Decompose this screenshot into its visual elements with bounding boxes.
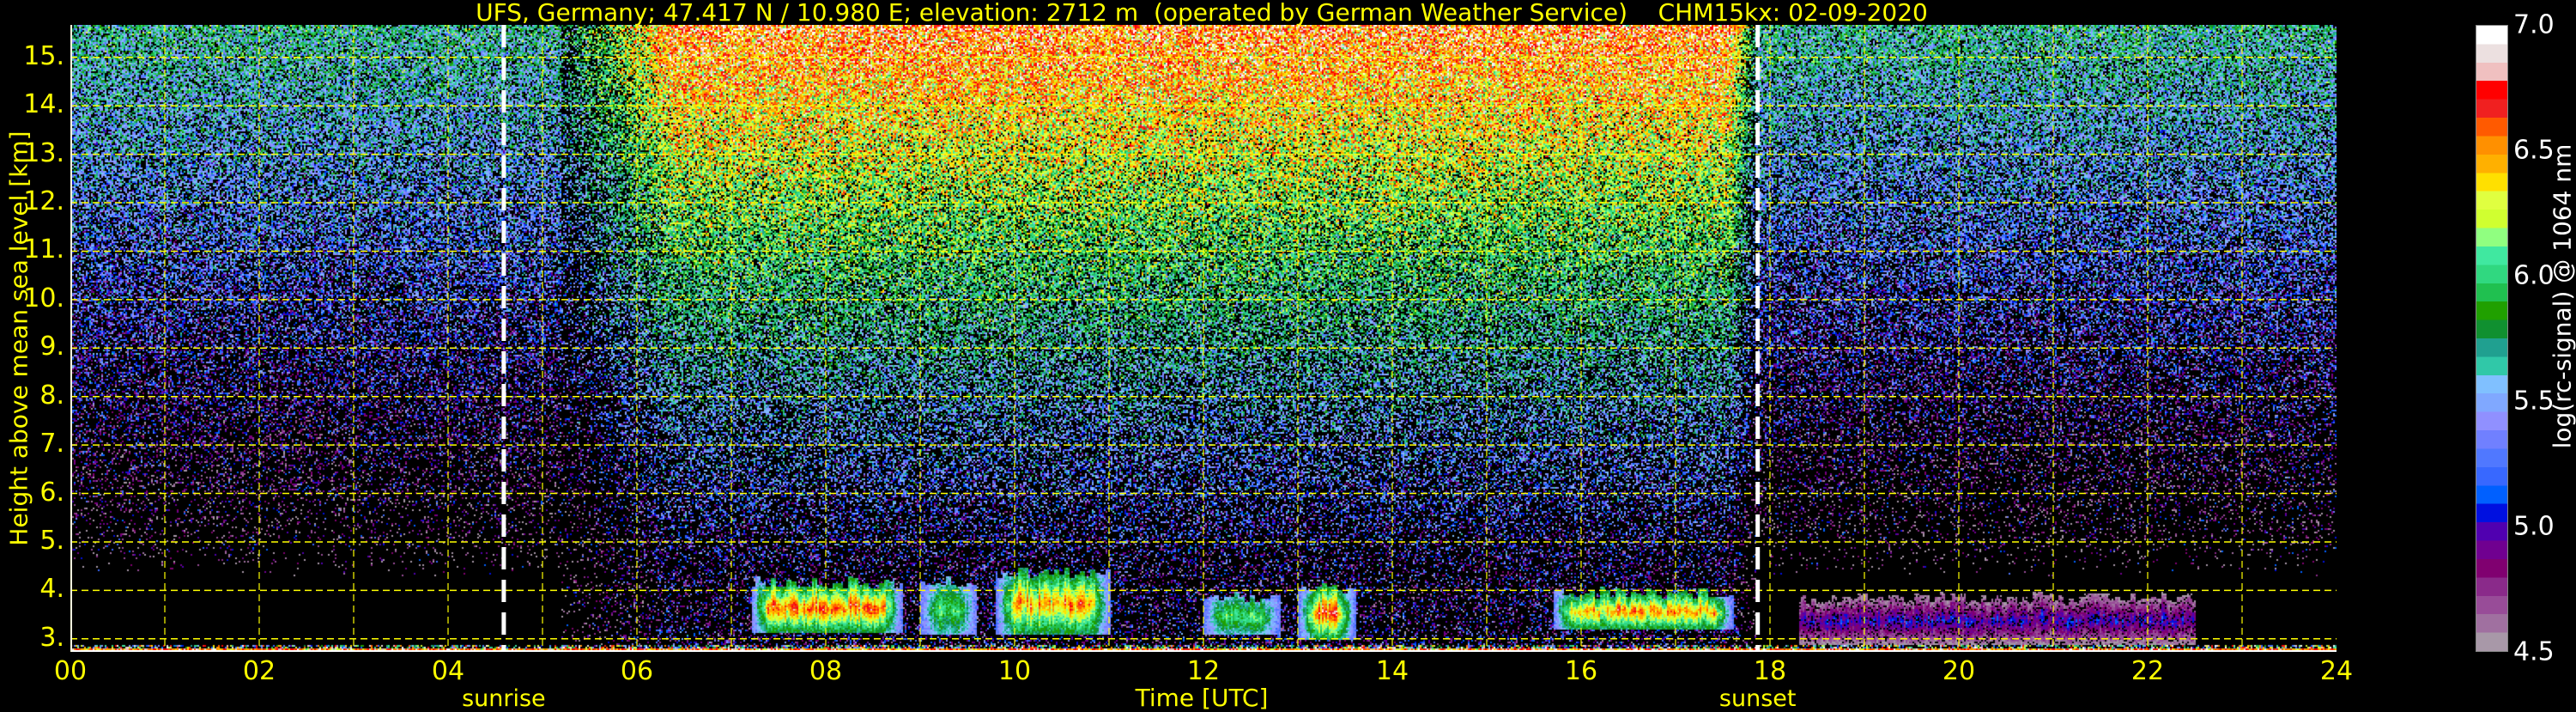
y-tick-label: 8.: [39, 380, 64, 410]
x-tick-label: 14: [1376, 656, 1409, 686]
x-tick-label: 02: [243, 656, 276, 686]
y-axis-label: Height above mean sea level [km]: [5, 131, 33, 545]
x-tick-label: 22: [2131, 656, 2164, 686]
y-tick-label: 5.: [39, 526, 64, 556]
x-tick-label: 08: [809, 656, 842, 686]
y-tick-label: 15.: [23, 41, 64, 71]
x-axis-label: Time [UTC]: [1136, 684, 1269, 712]
colorbar-tick-label: 4.5: [2513, 637, 2555, 667]
y-tick-label: 3.: [39, 623, 64, 653]
x-tick-label: 12: [1187, 656, 1220, 686]
x-tick-label: 16: [1565, 656, 1597, 686]
x-tick-label: 20: [1943, 656, 1975, 686]
grid-overlay: [70, 25, 2337, 652]
x-tick-label: 04: [432, 656, 464, 686]
y-tick-label: 7.: [39, 429, 64, 459]
plot-area: [70, 25, 2337, 652]
sunset-label: sunset: [1719, 685, 1797, 712]
colorbar-tick-label: 7.0: [2513, 10, 2555, 40]
x-tick-label: 18: [1754, 656, 1786, 686]
x-tick-label: 24: [2320, 656, 2353, 686]
colorbar: [2476, 25, 2508, 652]
y-tick-label: 4.: [39, 574, 64, 604]
y-tick-label: 9.: [39, 332, 64, 362]
sunrise-label: sunrise: [462, 685, 546, 712]
colorbar-tick-label: 5.0: [2513, 512, 2555, 542]
y-tick-label: 6.: [39, 477, 64, 507]
x-tick-label: 00: [54, 656, 87, 686]
x-tick-label: 06: [621, 656, 653, 686]
y-tick-label: 14.: [23, 89, 64, 119]
x-tick-label: 10: [998, 656, 1031, 686]
colorbar-label: log(rc-signal) @ 1064 nm: [2549, 144, 2576, 449]
chart-title: UFS, Germany; 47.417 N / 10.980 E; eleva…: [0, 0, 2403, 27]
